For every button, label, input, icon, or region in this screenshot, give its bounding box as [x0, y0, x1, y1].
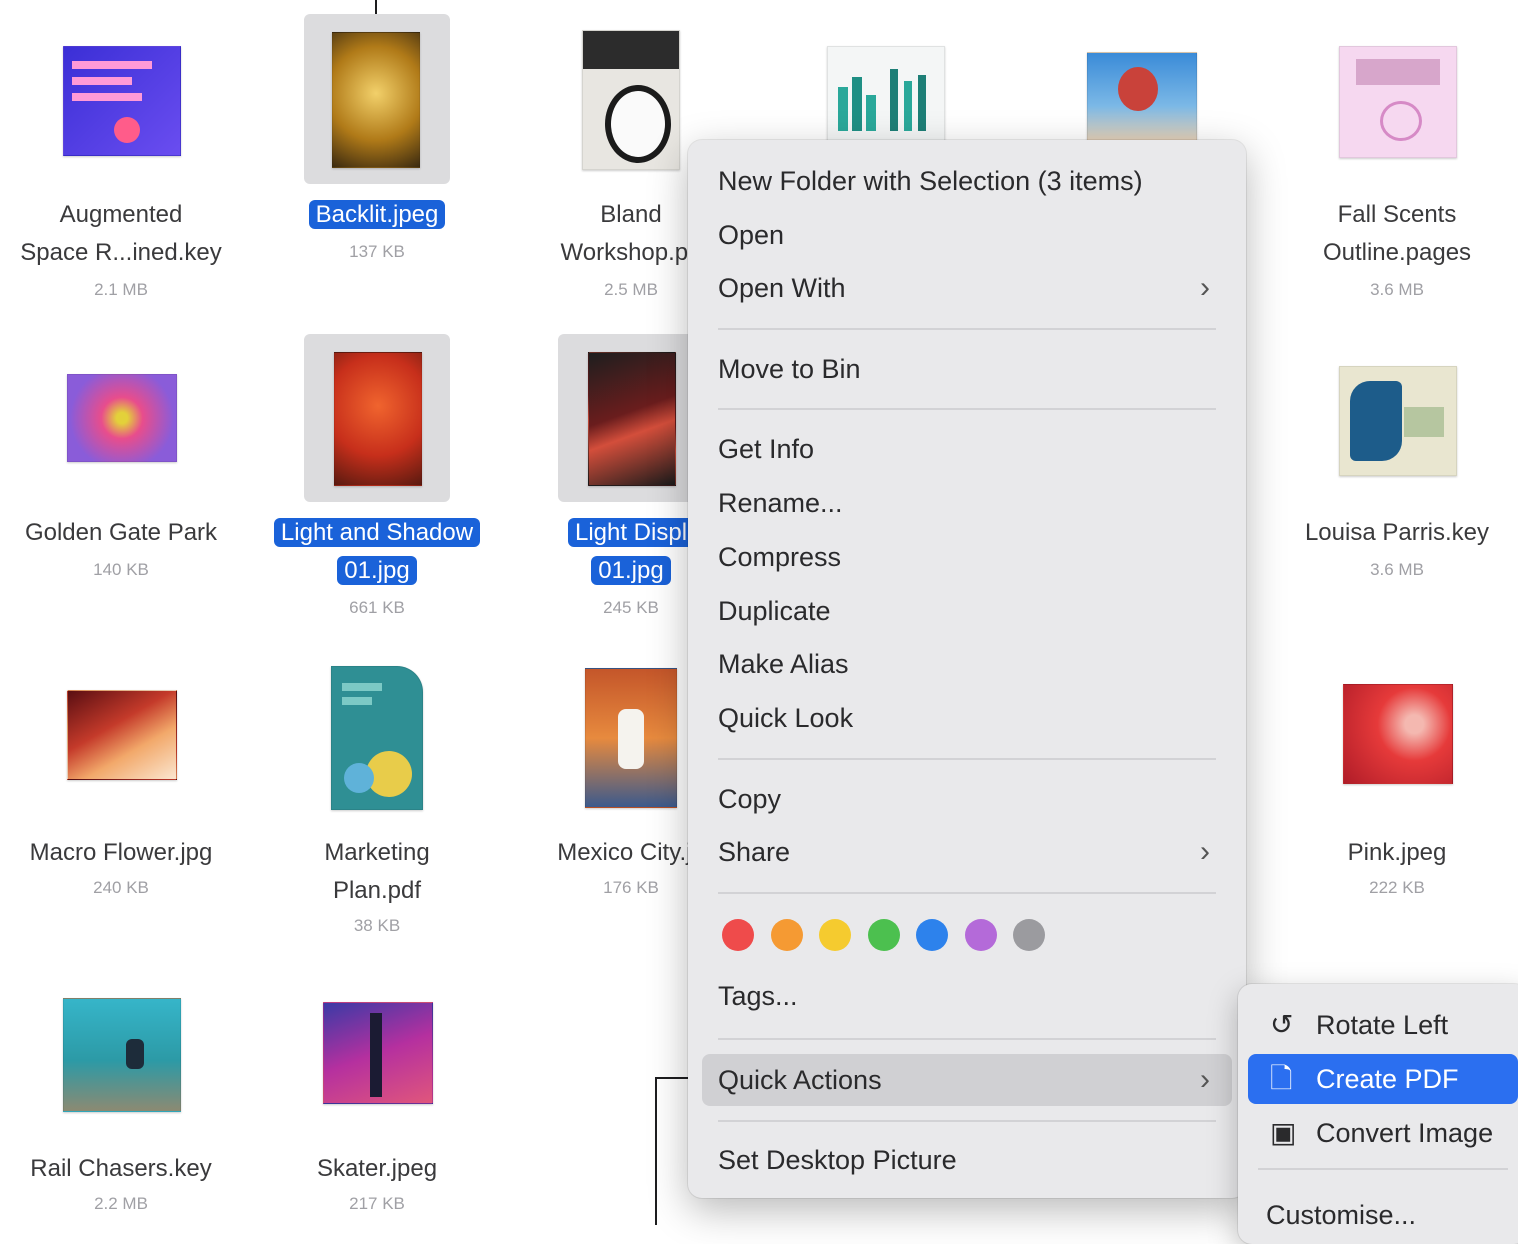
menu-item-get-info[interactable]: Get Info	[702, 425, 1232, 473]
menu-item-new-folder-with-selection[interactable]: New Folder with Selection (3 items)	[702, 157, 1232, 205]
selection-background	[558, 334, 704, 502]
menu-item-make-alias[interactable]: Make Alias	[702, 640, 1232, 688]
file-thumbnail	[334, 352, 422, 486]
file-size: 661 KB	[349, 598, 405, 617]
menu-item-create-pdf[interactable]: 🗋 Create PDF	[1248, 1054, 1518, 1104]
selection-background	[304, 14, 450, 184]
tag-color-purple[interactable]	[965, 919, 997, 951]
file-size: 38 KB	[353, 916, 401, 935]
file-name: Backlit.jpeg	[252, 196, 502, 234]
menu-separator	[718, 892, 1216, 894]
file-name: Augmented Space R...ined.key	[20, 201, 222, 266]
file-thumbnail	[582, 30, 680, 170]
file-name: Light and Shadow 01.jpg	[252, 514, 502, 590]
menu-item-customise[interactable]: Customise...	[1248, 1190, 1518, 1240]
selection-background	[304, 334, 450, 502]
file-thumbnail	[67, 690, 177, 780]
file-thumbnail	[1339, 46, 1457, 158]
file-item[interactable]: Fall Scents Outline.pages 3.6 MB	[1272, 0, 1518, 310]
menu-separator	[718, 758, 1216, 760]
menu-item-set-desktop-picture[interactable]: Set Desktop Picture	[702, 1136, 1232, 1184]
menu-separator	[718, 408, 1216, 410]
file-size: 222 KB	[1369, 878, 1425, 897]
file-thumbnail	[585, 668, 677, 808]
file-name: Macro Flower.jpg	[29, 839, 213, 866]
chevron-right-icon: ›	[1200, 835, 1210, 868]
file-thumbnail	[67, 374, 177, 462]
file-item[interactable]: Backlit.jpeg 137 KB	[252, 0, 502, 310]
menu-separator	[718, 1120, 1216, 1122]
file-item[interactable]: Pink.jpeg 222 KB	[1272, 650, 1518, 950]
rotate-left-icon: ↺	[1270, 1009, 1294, 1040]
file-size: 2.1 MB	[94, 280, 148, 299]
menu-item-quick-look[interactable]: Quick Look	[702, 694, 1232, 742]
tag-color-yellow[interactable]	[819, 919, 851, 951]
file-item[interactable]	[1016, 0, 1266, 142]
menu-item-open-with[interactable]: Open With ›	[702, 264, 1232, 312]
file-item[interactable]	[760, 0, 1010, 142]
callout-line-vertical	[655, 1077, 657, 1225]
tag-color-red[interactable]	[722, 919, 754, 951]
menu-item-rotate-left[interactable]: ↺ Rotate Left	[1248, 1000, 1518, 1050]
menu-item-move-to-bin[interactable]: Move to Bin	[702, 345, 1232, 393]
file-thumbnail	[331, 666, 423, 810]
image-icon: ▣	[1270, 1117, 1297, 1148]
file-size: 140 KB	[93, 560, 149, 579]
menu-item-quick-actions[interactable]: Quick Actions ›	[702, 1054, 1232, 1106]
menu-item-convert-image[interactable]: ▣ Convert Image	[1248, 1108, 1518, 1158]
menu-separator	[718, 1038, 1216, 1040]
menu-item-copy[interactable]: Copy	[702, 775, 1232, 823]
tag-color-green[interactable]	[868, 919, 900, 951]
tag-color-gray[interactable]	[1013, 919, 1045, 951]
file-thumbnail	[588, 352, 676, 486]
file-name: Pink.jpeg	[1347, 839, 1447, 866]
file-thumbnail	[63, 998, 181, 1112]
file-item[interactable]: Skater.jpeg 217 KB	[252, 970, 502, 1225]
file-item[interactable]: Augmented Space R...ined.key 2.1 MB	[0, 0, 246, 310]
file-item[interactable]: Marketing Plan.pdf 38 KB	[252, 650, 502, 950]
file-size: 3.6 MB	[1370, 280, 1424, 299]
file-name: Marketing Plan.pdf	[324, 839, 430, 904]
tag-color-orange[interactable]	[771, 919, 803, 951]
menu-separator	[718, 328, 1216, 330]
tag-color-blue[interactable]	[916, 919, 948, 951]
document-icon: 🗋	[1270, 1063, 1293, 1094]
file-size: 240 KB	[93, 878, 149, 897]
menu-item-duplicate[interactable]: Duplicate	[702, 587, 1232, 635]
quick-actions-submenu: ↺ Rotate Left 🗋 Create PDF ▣ Convert Image …	[1238, 984, 1518, 1244]
file-name: Skater.jpeg	[316, 1155, 438, 1182]
menu-item-open[interactable]: Open	[702, 211, 1232, 259]
menu-item-compress[interactable]: Compress	[702, 533, 1232, 581]
file-size: 3.6 MB	[1370, 560, 1424, 579]
menu-separator	[1258, 1168, 1508, 1170]
file-item[interactable]: Golden Gate Park 140 KB	[0, 330, 246, 620]
file-size: 137 KB	[349, 242, 405, 261]
file-size: 217 KB	[349, 1194, 405, 1213]
file-thumbnail	[323, 1002, 433, 1104]
file-name: Rail Chasers.key	[30, 1155, 212, 1182]
chevron-right-icon: ›	[1200, 271, 1210, 304]
file-size: 2.2 MB	[94, 1194, 148, 1213]
chevron-right-icon: ›	[1200, 1063, 1210, 1096]
file-name: Louisa Parris.key	[1304, 519, 1490, 546]
file-item[interactable]: Rail Chasers.key 2.2 MB	[0, 970, 246, 1225]
menu-item-rename[interactable]: Rename...	[702, 479, 1232, 527]
file-thumbnail	[1343, 684, 1453, 784]
file-name: Fall Scents Outline.pages	[1322, 201, 1472, 266]
file-item[interactable]: Light and Shadow 01.jpg 661 KB	[252, 330, 502, 620]
file-thumbnail	[827, 46, 945, 142]
menu-item-share[interactable]: Share ›	[702, 828, 1232, 876]
file-name: Golden Gate Park	[24, 519, 218, 546]
file-thumbnail	[63, 46, 181, 156]
file-item[interactable]: Macro Flower.jpg 240 KB	[0, 650, 246, 950]
file-thumbnail	[332, 32, 420, 168]
menu-item-tags[interactable]: Tags...	[702, 972, 1232, 1020]
file-item[interactable]: Louisa Parris.key 3.6 MB	[1272, 330, 1518, 620]
callout-line-top	[375, 0, 377, 14]
file-thumbnail	[1087, 52, 1197, 142]
context-menu: New Folder with Selection (3 items) Open…	[688, 140, 1246, 1198]
file-thumbnail	[1339, 366, 1457, 476]
